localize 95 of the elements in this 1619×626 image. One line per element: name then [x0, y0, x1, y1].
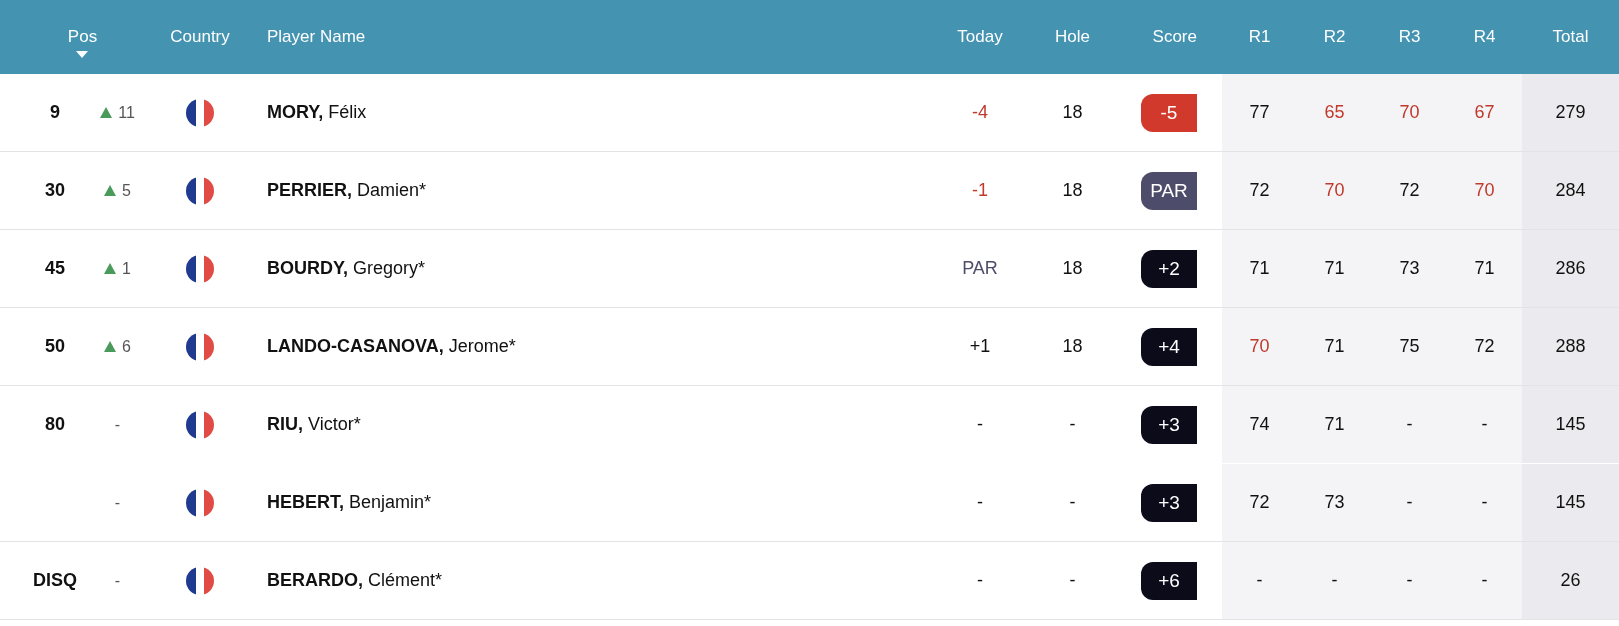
hole-text: -	[1069, 414, 1076, 435]
score-badge: +6	[1141, 561, 1197, 600]
total-score: 286	[1555, 258, 1586, 279]
today-score: PAR	[962, 258, 998, 279]
column-header[interactable]: Pos	[67, 27, 98, 58]
score-badge: -5	[1141, 93, 1197, 132]
round-score: 75	[1399, 336, 1420, 357]
position-text: 50	[45, 336, 65, 357]
movement-text: -	[114, 415, 121, 434]
column-header[interactable]: R1	[1248, 27, 1271, 47]
round-score: 72	[1474, 336, 1495, 357]
round-score: 70	[1324, 180, 1345, 201]
column-header[interactable]: Player Name	[267, 27, 366, 47]
round-score: 67	[1474, 102, 1495, 123]
total-score: 279	[1555, 102, 1586, 123]
round-score: -	[1481, 414, 1488, 435]
movement-text: 11	[118, 103, 135, 122]
round-score: 70	[1399, 102, 1420, 123]
round-score: 73	[1324, 492, 1345, 513]
position-text: DISQ	[33, 570, 77, 591]
round-score: -	[1481, 492, 1488, 513]
round-score: -	[1331, 570, 1338, 591]
flag-icon	[186, 488, 214, 517]
round-score: 72	[1249, 180, 1270, 201]
round-score: 72	[1399, 180, 1420, 201]
movement-text: -	[114, 493, 121, 512]
round-score: -	[1256, 570, 1263, 591]
hole-text: 18	[1062, 336, 1083, 357]
today-score: -1	[972, 180, 988, 201]
round-score: -	[1406, 570, 1413, 591]
round-score: -	[1406, 414, 1413, 435]
round-score: 71	[1324, 258, 1345, 279]
score-badge: +4	[1141, 327, 1197, 366]
flag-icon	[186, 332, 214, 361]
total-score: 145	[1555, 414, 1586, 435]
total-score: 284	[1555, 180, 1586, 201]
score-badge: +3	[1141, 483, 1197, 522]
hole-text: -	[1069, 570, 1076, 591]
score-badge: +3	[1141, 405, 1197, 444]
round-score: 65	[1324, 102, 1345, 123]
round-score: 71	[1324, 336, 1345, 357]
column-header[interactable]: R3	[1398, 27, 1421, 47]
round-score: 71	[1474, 258, 1495, 279]
position-text: 45	[45, 258, 65, 279]
player-name[interactable]: BOURDY, Gregory*	[267, 258, 426, 279]
score-badge: +2	[1141, 249, 1197, 288]
round-score: 74	[1249, 414, 1270, 435]
column-header[interactable]: Today	[957, 27, 1003, 47]
column-header[interactable]: Hole	[1055, 27, 1090, 47]
column-header[interactable]: Country	[170, 27, 230, 47]
round-score: 70	[1474, 180, 1495, 201]
player-name[interactable]: RIU, Victor*	[267, 414, 361, 435]
round-score: 71	[1249, 258, 1270, 279]
hole-text: 18	[1062, 180, 1083, 201]
position-text: 9	[50, 102, 60, 123]
today-score: -	[977, 570, 983, 591]
movement-text: 1	[122, 259, 131, 278]
round-score: 73	[1399, 258, 1420, 279]
player-name[interactable]: MORY, Félix	[267, 102, 367, 123]
flag-icon	[186, 98, 214, 127]
today-score: -	[977, 414, 983, 435]
flag-icon	[186, 254, 214, 283]
hole-text: 18	[1062, 258, 1083, 279]
player-name[interactable]: BERARDO, Clément*	[267, 570, 443, 591]
column-header[interactable]: Score	[1152, 27, 1197, 47]
column-header[interactable]: Total	[1552, 27, 1589, 47]
movement-text: 6	[122, 337, 131, 356]
hole-text: 18	[1062, 102, 1083, 123]
player-name[interactable]: HEBERT, Benjamin*	[267, 492, 432, 513]
round-score: 72	[1249, 492, 1270, 513]
position-text: 80	[45, 414, 65, 435]
round-score: 77	[1249, 102, 1270, 123]
today-score: -4	[972, 102, 988, 123]
today-score: -	[977, 492, 983, 513]
total-score: 145	[1555, 492, 1586, 513]
flag-icon	[186, 566, 214, 595]
flag-icon	[186, 176, 214, 205]
round-score: -	[1481, 570, 1488, 591]
position-text: 30	[45, 180, 65, 201]
hole-text: -	[1069, 492, 1076, 513]
round-score: 71	[1324, 414, 1345, 435]
sort-caret-icon	[76, 51, 89, 58]
player-name[interactable]: LANDO-CASANOVA, Jerome*	[267, 336, 516, 357]
flag-icon	[186, 410, 214, 439]
round-score: -	[1406, 492, 1413, 513]
column-header[interactable]: R4	[1473, 27, 1496, 47]
player-name[interactable]: PERRIER, Damien*	[267, 180, 427, 201]
round-score: 70	[1249, 336, 1270, 357]
today-score: +1	[969, 336, 991, 357]
score-badge: PAR	[1141, 171, 1197, 210]
total-score: 288	[1555, 336, 1586, 357]
column-header[interactable]: R2	[1323, 27, 1346, 47]
movement-text: -	[114, 571, 121, 590]
movement-text: 5	[122, 181, 131, 200]
total-score: 26	[1560, 570, 1581, 591]
